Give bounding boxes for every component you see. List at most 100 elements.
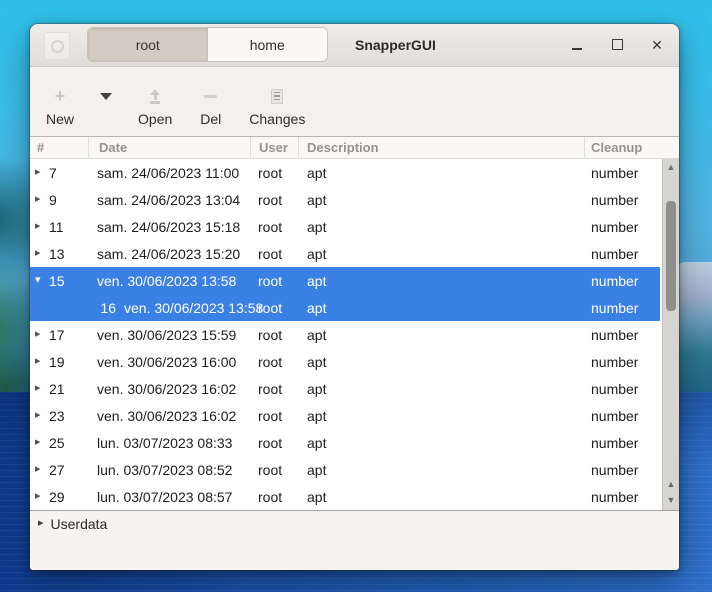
snapshot-description: apt bbox=[299, 381, 585, 397]
maximize-icon bbox=[612, 39, 623, 50]
snapshot-number: 23 bbox=[49, 408, 65, 424]
snapshot-number-cell: ▸19 bbox=[30, 354, 89, 370]
snapshot-date: lun. 03/07/2023 08:33 bbox=[89, 435, 251, 451]
snapshot-user: root bbox=[251, 462, 299, 478]
triangle-right-icon[interactable]: ▸ bbox=[35, 437, 47, 448]
snapshot-user: root bbox=[251, 354, 299, 370]
snapshot-description: apt bbox=[299, 435, 585, 451]
triangle-right-icon[interactable]: ▸ bbox=[35, 329, 47, 340]
column-header-date[interactable]: Date bbox=[89, 137, 251, 158]
snapshot-description: apt bbox=[299, 192, 585, 208]
snapshot-number: 25 bbox=[49, 435, 65, 451]
triangle-right-icon[interactable]: ▸ bbox=[35, 464, 47, 475]
scroll-up-icon[interactable]: ▲ bbox=[663, 163, 679, 172]
snapshot-number-cell: ▸23 bbox=[30, 408, 89, 424]
snapshot-description: apt bbox=[299, 462, 585, 478]
triangle-right-icon[interactable]: ▸ bbox=[35, 383, 47, 394]
userdata-expander-row[interactable]: ▸ Userdata bbox=[30, 511, 679, 536]
snapshot-user: root bbox=[251, 192, 299, 208]
snapshot-user: root bbox=[251, 408, 299, 424]
snapshot-description: apt bbox=[299, 246, 585, 262]
app-snapshot-icon-button[interactable] bbox=[44, 32, 70, 60]
triangle-right-icon[interactable]: ▸ bbox=[35, 221, 47, 232]
table-row[interactable]: ▸11sam. 24/06/2023 15:18rootaptnumber bbox=[30, 213, 660, 240]
table-row[interactable]: ▸21ven. 30/06/2023 16:02rootaptnumber bbox=[30, 375, 660, 402]
new-button[interactable]: + New bbox=[46, 88, 74, 127]
snapshot-number-cell: ▸17 bbox=[30, 327, 89, 343]
triangle-right-icon[interactable]: ▸ bbox=[35, 491, 47, 502]
document-icon bbox=[271, 88, 283, 104]
snapshot-user: root bbox=[251, 381, 299, 397]
snapshot-cleanup: number bbox=[585, 246, 660, 262]
tab-root[interactable]: root bbox=[88, 28, 208, 61]
snapshot-date: sam. 24/06/2023 15:20 bbox=[89, 246, 251, 262]
del-button[interactable]: Del bbox=[200, 88, 221, 127]
snapshot-number: 15 bbox=[49, 273, 65, 289]
upload-arrow-icon bbox=[148, 88, 162, 104]
column-header-description[interactable]: Description bbox=[299, 137, 585, 158]
snapshot-number: 7 bbox=[49, 165, 57, 181]
column-header-user[interactable]: User bbox=[251, 137, 299, 158]
table-row[interactable]: ▾15ven. 30/06/2023 13:58rootaptnumber bbox=[30, 267, 660, 294]
table-row[interactable]: ▸19ven. 30/06/2023 16:00rootaptnumber bbox=[30, 348, 660, 375]
close-button[interactable]: ✕ bbox=[645, 33, 669, 57]
titlebar[interactable]: root home SnapperGUI ✕ bbox=[30, 24, 679, 67]
tab-home[interactable]: home bbox=[208, 28, 328, 61]
open-button[interactable]: Open bbox=[138, 88, 172, 127]
snapshot-user: root bbox=[251, 435, 299, 451]
snapshot-cleanup: number bbox=[585, 327, 660, 343]
column-header-num[interactable]: # bbox=[30, 137, 89, 158]
snapshot-number-cell: ▸13 bbox=[30, 246, 89, 262]
snapshot-number-cell: ▸29 bbox=[30, 489, 89, 505]
snapshot-number-cell: ▾15 bbox=[30, 273, 89, 289]
new-menu-button[interactable] bbox=[100, 93, 112, 100]
scroll-up-bottom-icon[interactable]: ▲ bbox=[663, 480, 679, 489]
minimize-icon bbox=[572, 39, 582, 50]
table-row[interactable]: ▸29lun. 03/07/2023 08:57rootaptnumber bbox=[30, 483, 660, 510]
triangle-right-icon[interactable]: ▸ bbox=[35, 356, 47, 367]
snapshot-number-cell: ▸21 bbox=[30, 381, 89, 397]
table-row[interactable]: ▸23ven. 30/06/2023 16:02rootaptnumber bbox=[30, 402, 660, 429]
snapshot-number: 16 bbox=[100, 300, 116, 316]
snapshot-date: sam. 24/06/2023 15:18 bbox=[89, 219, 251, 235]
column-header-cleanup[interactable]: Cleanup bbox=[585, 137, 679, 158]
table-row[interactable]: 16ven. 30/06/2023 13:58rootaptnumber bbox=[30, 294, 660, 321]
scroll-down-icon[interactable]: ▼ bbox=[663, 496, 679, 505]
snapshot-description: apt bbox=[299, 165, 585, 181]
snapshot-cleanup: number bbox=[585, 300, 660, 316]
triangle-right-icon[interactable]: ▸ bbox=[35, 410, 47, 421]
table-row[interactable]: ▸17ven. 30/06/2023 15:59rootaptnumber bbox=[30, 321, 660, 348]
snapshot-rows: ▸7sam. 24/06/2023 11:00rootaptnumber▸9sa… bbox=[30, 159, 660, 510]
minus-icon bbox=[204, 88, 217, 104]
snapshot-number-cell: ▸25 bbox=[30, 435, 89, 451]
table-row[interactable]: ▸25lun. 03/07/2023 08:33rootaptnumber bbox=[30, 429, 660, 456]
changes-button[interactable]: Changes bbox=[249, 88, 305, 127]
snapshot-number: 17 bbox=[49, 327, 65, 343]
maximize-button[interactable] bbox=[605, 33, 629, 57]
triangle-right-icon[interactable]: ▸ bbox=[35, 167, 47, 178]
window-controls: ✕ bbox=[565, 24, 669, 65]
snapshot-cleanup: number bbox=[585, 354, 660, 370]
snapshot-user: root bbox=[251, 246, 299, 262]
snapshot-date: ven. 30/06/2023 16:00 bbox=[89, 354, 251, 370]
snapshot-cleanup: number bbox=[585, 192, 660, 208]
snapshot-number-cell: ▸7 bbox=[30, 165, 89, 181]
minimize-button[interactable] bbox=[565, 33, 589, 57]
snapshot-icon bbox=[51, 40, 64, 53]
table-row[interactable]: ▸13sam. 24/06/2023 15:20rootaptnumber bbox=[30, 240, 660, 267]
snapshot-date: sam. 24/06/2023 11:00 bbox=[89, 165, 251, 181]
table-row[interactable]: ▸27lun. 03/07/2023 08:52rootaptnumber bbox=[30, 456, 660, 483]
table-row[interactable]: ▸9sam. 24/06/2023 13:04rootaptnumber bbox=[30, 186, 660, 213]
snapshot-cleanup: number bbox=[585, 165, 660, 181]
triangle-right-icon[interactable]: ▸ bbox=[35, 194, 47, 205]
vertical-scrollbar[interactable]: ▲ ▲ ▼ bbox=[662, 159, 679, 510]
table-row[interactable]: ▸7sam. 24/06/2023 11:00rootaptnumber bbox=[30, 159, 660, 186]
snapshot-number: 21 bbox=[49, 381, 65, 397]
snapshot-date: ven. 30/06/2023 16:02 bbox=[89, 381, 251, 397]
scrollbar-thumb[interactable] bbox=[666, 201, 676, 311]
snapshot-cleanup: number bbox=[585, 219, 660, 235]
triangle-right-icon[interactable]: ▸ bbox=[35, 248, 47, 259]
snapshot-date: ven. 30/06/2023 15:59 bbox=[89, 327, 251, 343]
triangle-down-icon[interactable]: ▾ bbox=[35, 275, 47, 286]
snapshot-number: 13 bbox=[49, 246, 65, 262]
